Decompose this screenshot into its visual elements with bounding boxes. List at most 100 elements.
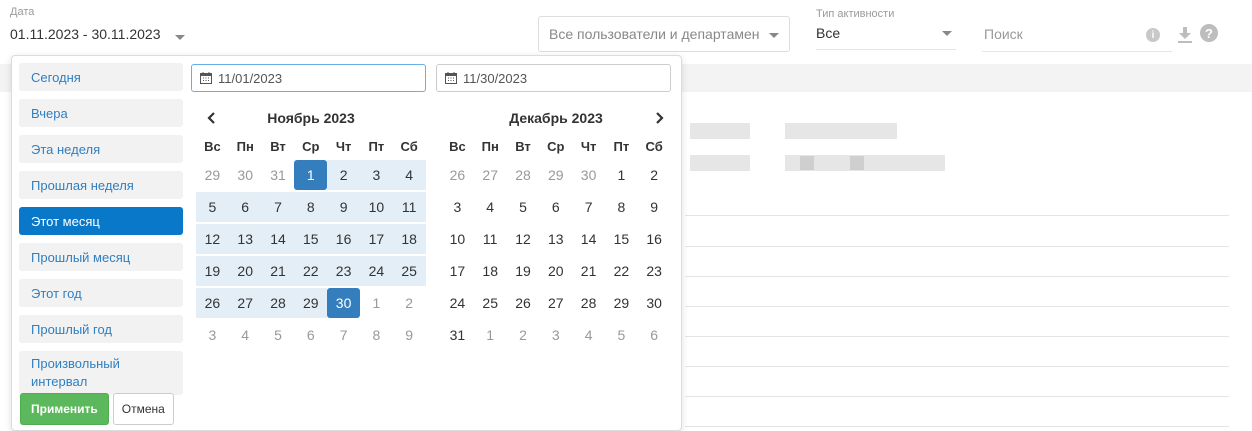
users-department-select[interactable]: Все пользователи и департамен — [538, 16, 790, 52]
calendar-day[interactable]: 12 — [196, 224, 229, 254]
calendar-day[interactable]: 8 — [605, 192, 638, 222]
calendar-day-selected[interactable]: 30 — [327, 288, 360, 318]
calendar-day[interactable]: 17 — [359, 224, 393, 254]
calendar-day[interactable]: 5 — [507, 192, 540, 222]
calendar-day-selected[interactable]: 1 — [294, 160, 328, 190]
calendar-day[interactable]: 16 — [327, 224, 360, 254]
calendar-day[interactable]: 20 — [539, 256, 572, 286]
calendar-day[interactable]: 23 — [638, 256, 671, 286]
calendar-day[interactable]: 7 — [261, 192, 295, 222]
calendar-day[interactable]: 31 — [441, 320, 474, 350]
date-range-value[interactable]: 01.11.2023 - 30.11.2023 — [10, 26, 210, 42]
cancel-button[interactable]: Отмена — [112, 393, 174, 425]
calendar-day[interactable]: 6 — [228, 192, 262, 222]
calendar-day[interactable]: 4 — [229, 320, 262, 350]
calendar-day[interactable]: 21 — [572, 256, 605, 286]
calendar-day[interactable]: 15 — [605, 224, 638, 254]
calendar-day[interactable]: 6 — [539, 192, 572, 222]
calendar-day[interactable]: 3 — [441, 192, 474, 222]
range-custom[interactable]: Произвольный интервал — [19, 351, 183, 395]
calendar-day[interactable]: 8 — [294, 192, 328, 222]
calendar-day[interactable]: 22 — [294, 256, 328, 286]
calendar-day[interactable]: 29 — [539, 160, 572, 190]
calendar-day[interactable]: 24 — [359, 256, 393, 286]
calendar-day[interactable]: 1 — [474, 320, 507, 350]
calendar-day[interactable]: 11 — [392, 192, 426, 222]
calendar-day[interactable]: 12 — [507, 224, 540, 254]
calendar-day[interactable]: 14 — [572, 224, 605, 254]
range-yesterday[interactable]: Вчера — [19, 99, 183, 127]
calendar-day[interactable]: 9 — [327, 192, 360, 222]
calendar-day[interactable]: 13 — [539, 224, 572, 254]
calendar-day[interactable]: 27 — [539, 288, 572, 318]
calendar-day[interactable]: 4 — [572, 320, 605, 350]
calendar-day[interactable]: 28 — [572, 288, 605, 318]
calendar-day[interactable]: 8 — [360, 320, 393, 350]
calendar-day[interactable]: 27 — [474, 160, 507, 190]
next-month-icon[interactable] — [649, 108, 669, 128]
calendar-day[interactable]: 18 — [392, 224, 426, 254]
calendar-day[interactable]: 26 — [507, 288, 540, 318]
calendar-day[interactable]: 5 — [262, 320, 295, 350]
range-last-month[interactable]: Прошлый месяц — [19, 243, 183, 271]
calendar-day[interactable]: 21 — [261, 256, 295, 286]
calendar-day[interactable]: 10 — [441, 224, 474, 254]
calendar-day[interactable]: 22 — [605, 256, 638, 286]
calendar-day[interactable]: 9 — [393, 320, 426, 350]
calendar-day[interactable]: 30 — [638, 288, 671, 318]
range-this-month[interactable]: Этот месяц — [19, 207, 183, 235]
start-date-field[interactable] — [191, 64, 426, 92]
calendar-day[interactable]: 9 — [638, 192, 671, 222]
calendar-day[interactable]: 27 — [228, 288, 262, 318]
calendar-day[interactable]: 4 — [392, 160, 426, 190]
range-today[interactable]: Сегодня — [19, 63, 183, 91]
range-this-week[interactable]: Эта неделя — [19, 135, 183, 163]
calendar-day[interactable]: 19 — [196, 256, 229, 286]
calendar-day[interactable]: 23 — [327, 256, 360, 286]
search-field[interactable] — [982, 16, 1172, 52]
calendar-day[interactable]: 30 — [572, 160, 605, 190]
apply-button[interactable]: Применить — [20, 393, 109, 425]
calendar-day[interactable]: 7 — [327, 320, 360, 350]
calendar-day[interactable]: 28 — [261, 288, 295, 318]
calendar-day[interactable]: 2 — [507, 320, 540, 350]
calendar-day[interactable]: 3 — [359, 160, 393, 190]
calendar-day[interactable]: 2 — [638, 160, 671, 190]
calendar-day[interactable]: 25 — [392, 256, 426, 286]
calendar-day[interactable]: 29 — [605, 288, 638, 318]
info-icon[interactable]: i — [1146, 28, 1160, 42]
calendar-day[interactable]: 7 — [572, 192, 605, 222]
download-icon[interactable] — [1176, 26, 1194, 44]
calendar-day[interactable]: 3 — [539, 320, 572, 350]
calendar-day[interactable]: 18 — [474, 256, 507, 286]
calendar-day[interactable]: 3 — [196, 320, 229, 350]
calendar-day[interactable]: 29 — [196, 160, 229, 190]
calendar-day[interactable]: 16 — [638, 224, 671, 254]
calendar-day[interactable]: 11 — [474, 224, 507, 254]
help-icon[interactable]: ? — [1200, 24, 1218, 42]
calendar-day[interactable]: 29 — [294, 288, 328, 318]
calendar-day[interactable]: 4 — [474, 192, 507, 222]
calendar-day[interactable]: 1 — [605, 160, 638, 190]
calendar-day[interactable]: 19 — [507, 256, 540, 286]
range-this-year[interactable]: Этот год — [19, 279, 183, 307]
calendar-day[interactable]: 5 — [196, 192, 229, 222]
calendar-day[interactable]: 31 — [262, 160, 295, 190]
calendar-day[interactable]: 26 — [196, 288, 229, 318]
calendar-day[interactable]: 6 — [294, 320, 327, 350]
calendar-day[interactable]: 2 — [327, 160, 360, 190]
start-date-input[interactable] — [218, 70, 398, 86]
range-last-year[interactable]: Прошлый год — [19, 315, 183, 343]
calendar-day[interactable]: 17 — [441, 256, 474, 286]
search-input[interactable] — [984, 25, 1124, 42]
end-date-input[interactable] — [463, 70, 643, 86]
range-last-week[interactable]: Прошлая неделя — [19, 171, 183, 199]
prev-month-icon[interactable] — [202, 108, 222, 128]
activity-type-select[interactable]: Все — [816, 25, 956, 50]
calendar-day[interactable]: 1 — [360, 288, 393, 318]
end-date-field[interactable] — [436, 64, 671, 92]
calendar-day[interactable]: 24 — [441, 288, 474, 318]
calendar-day[interactable]: 25 — [474, 288, 507, 318]
calendar-day[interactable]: 10 — [359, 192, 393, 222]
activity-type-filter[interactable]: Тип активности Все — [816, 8, 956, 50]
